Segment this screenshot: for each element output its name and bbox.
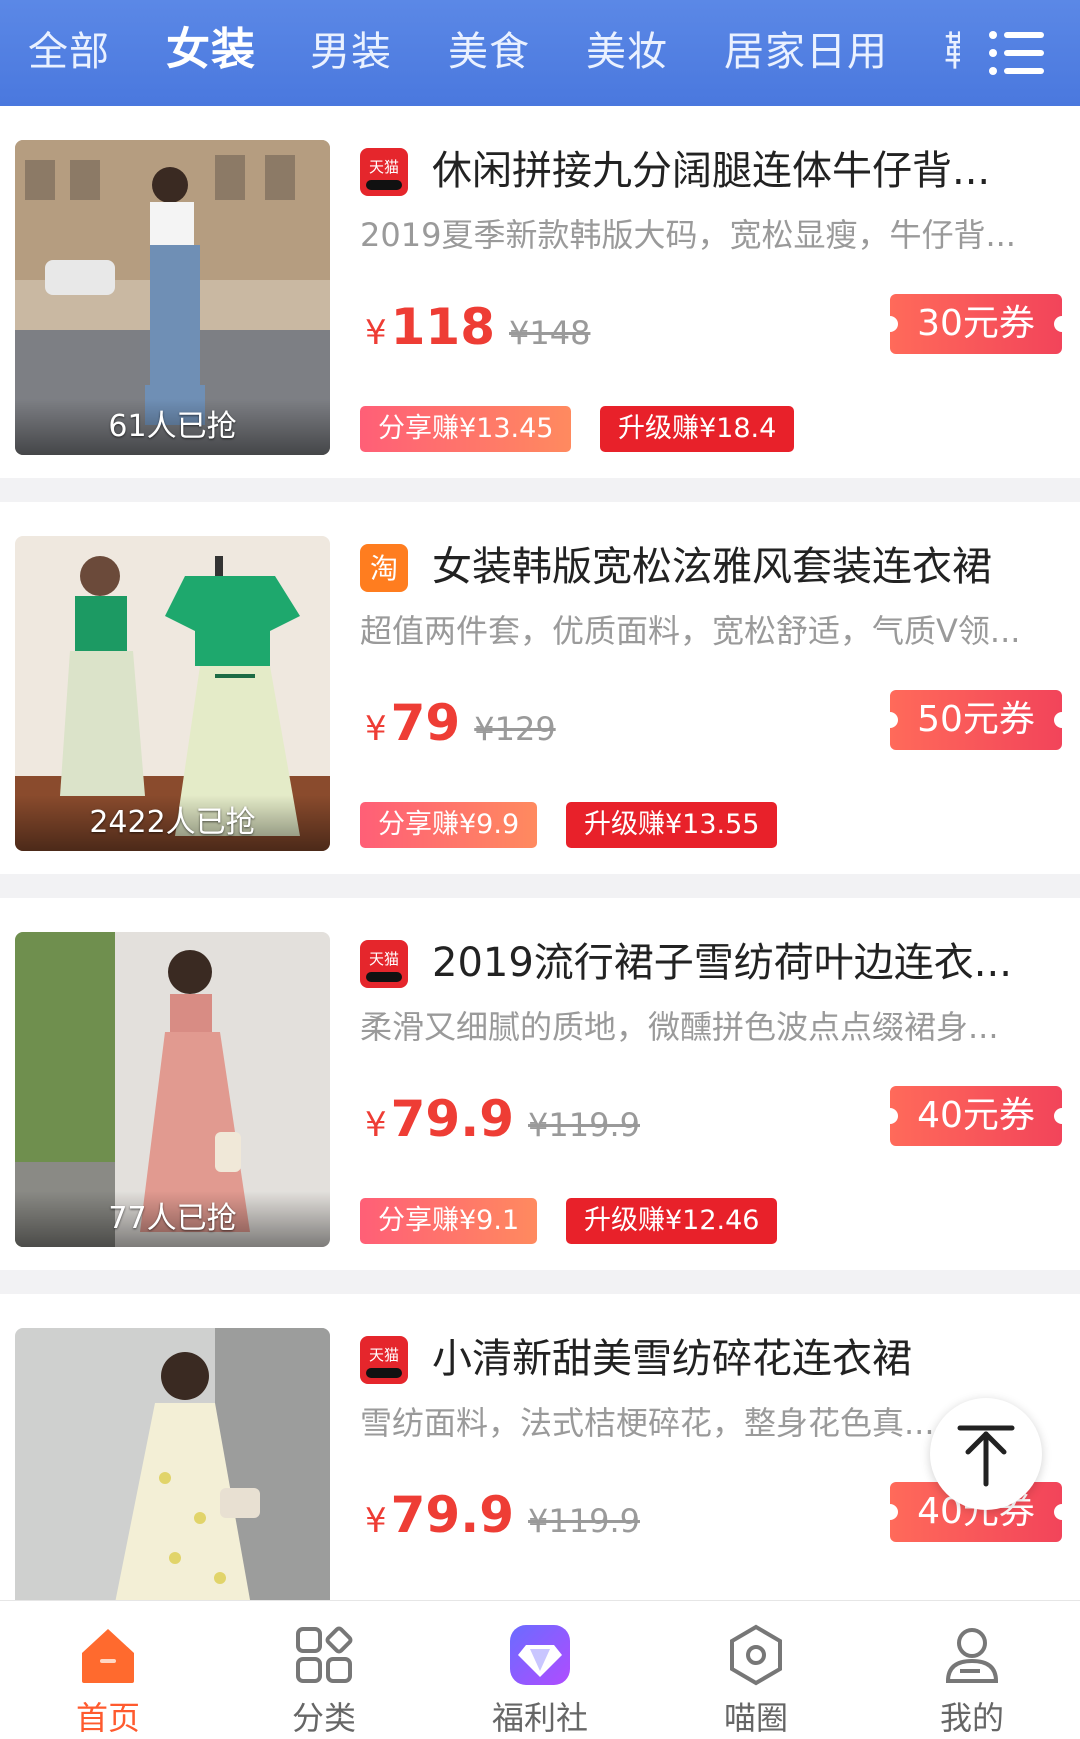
nav-label: 喵圈	[723, 1699, 788, 1737]
coupon-badge[interactable]: 40元券	[882, 1086, 1070, 1146]
tmall-icon: 天猫	[360, 940, 408, 988]
coupon-badge[interactable]: 30元券	[882, 294, 1070, 354]
coupon-badge[interactable]: 50元券	[882, 690, 1070, 750]
original-price: ¥148	[509, 314, 591, 352]
sold-count: 61人已抢	[108, 409, 237, 444]
original-price: ¥119.9	[528, 1106, 640, 1144]
bottom-navigation: 首页 分类 福利社 喵圈 我的	[0, 1600, 1080, 1739]
upgrade-earn-badge[interactable]: 升级赚¥18.4	[600, 406, 795, 452]
svg-text:天猫: 天猫	[369, 950, 399, 968]
tab-mens-clothing[interactable]: 男装	[310, 26, 392, 78]
svg-text:天猫: 天猫	[369, 1346, 399, 1364]
current-price: 118	[390, 298, 496, 356]
tmall-icon: 天猫	[360, 1336, 408, 1384]
currency-symbol: ¥	[365, 1105, 387, 1145]
product-image[interactable]: 2422人已抢	[15, 536, 330, 851]
nav-home[interactable]: 首页	[0, 1601, 216, 1739]
product-image[interactable]: 77人已抢	[15, 932, 330, 1247]
nav-mine[interactable]: 我的	[864, 1601, 1080, 1739]
currency-symbol: ¥	[365, 709, 387, 749]
hexagon-circle-icon	[724, 1623, 788, 1687]
nav-label: 我的	[939, 1699, 1004, 1737]
product-card[interactable]: 77人已抢 天猫 2019流行裙子雪纺荷叶边连衣... 柔滑又细腻的质地，微醺拼…	[0, 898, 1080, 1270]
share-earn-badge[interactable]: 分享赚¥9.9	[360, 802, 538, 848]
nav-category[interactable]: 分类	[216, 1601, 432, 1739]
original-price: ¥119.9	[528, 1502, 640, 1540]
sold-count: 77人已抢	[108, 1201, 237, 1236]
category-grid-icon	[292, 1623, 356, 1687]
product-card[interactable]: 61人已抢 天猫 休闲拼接九分阔腿连体牛仔背... 2019夏季新款韩版大码，宽…	[0, 106, 1080, 478]
upgrade-earn-badge[interactable]: 升级赚¥12.46	[566, 1198, 778, 1244]
tab-shoes[interactable]: 鞋	[944, 26, 960, 78]
product-image[interactable]: 61人已抢	[15, 140, 330, 455]
current-price: 79.9	[390, 1486, 515, 1544]
diamond-vip-icon	[508, 1623, 572, 1687]
svg-text:淘: 淘	[370, 552, 398, 585]
price-row: ¥79.9 ¥119.9	[365, 1090, 640, 1160]
nav-label: 分类	[291, 1699, 356, 1737]
tab-household[interactable]: 居家日用	[724, 26, 888, 78]
arrow-up-icon	[957, 1425, 1015, 1487]
menu-list-icon[interactable]	[988, 28, 1044, 78]
back-to-top-button[interactable]	[930, 1398, 1042, 1510]
product-image[interactable]	[15, 1328, 330, 1643]
product-description: 超值两件套，优质面料，宽松舒适，气质V领...	[360, 612, 1021, 650]
tab-womens-clothing[interactable]: 女装	[166, 24, 256, 76]
user-profile-icon	[940, 1623, 1004, 1687]
current-price: 79.9	[390, 1090, 515, 1148]
upgrade-earn-badge[interactable]: 升级赚¥13.55	[566, 802, 778, 848]
product-description: 2019夏季新款韩版大码，宽松显瘦，牛仔背...	[360, 216, 1016, 254]
product-title[interactable]: 2019流行裙子雪纺荷叶边连衣...	[432, 932, 1062, 994]
taobao-icon: 淘	[360, 544, 408, 592]
category-topbar: 全部 女装 男装 美食 美妆 居家日用 鞋	[0, 0, 1080, 106]
share-earn-badge[interactable]: 分享赚¥13.45	[360, 406, 572, 452]
sold-count: 2422人已抢	[89, 805, 256, 840]
original-price: ¥129	[474, 710, 556, 748]
tmall-icon: 天猫	[360, 148, 408, 196]
share-earn-badge[interactable]: 分享赚¥9.1	[360, 1198, 538, 1244]
category-tabs: 全部 女装 男装 美食 美妆 居家日用 鞋	[0, 0, 960, 106]
nav-meow-circle[interactable]: 喵圈	[648, 1601, 864, 1739]
current-price: 79	[390, 694, 461, 752]
currency-symbol: ¥	[365, 1501, 387, 1541]
price-row: ¥79 ¥129	[365, 694, 556, 764]
price-row: ¥79.9 ¥119.9	[365, 1486, 640, 1556]
product-description: 柔滑又细腻的质地，微醺拼色波点点缀裙身...	[360, 1008, 999, 1046]
tab-food[interactable]: 美食	[448, 26, 530, 78]
currency-symbol: ¥	[365, 313, 387, 353]
nav-label: 首页	[75, 1699, 140, 1737]
product-title[interactable]: 小清新甜美雪纺碎花连衣裙	[432, 1328, 1062, 1390]
tab-all[interactable]: 全部	[28, 26, 110, 78]
nav-welfare[interactable]: 福利社	[432, 1601, 648, 1739]
svg-text:天猫: 天猫	[369, 158, 399, 176]
product-card[interactable]: 2422人已抢 淘 女装韩版宽松泫雅风套装连衣裙 超值两件套，优质面料，宽松舒适…	[0, 502, 1080, 874]
tab-beauty[interactable]: 美妆	[586, 26, 668, 78]
product-title[interactable]: 休闲拼接九分阔腿连体牛仔背...	[432, 140, 1062, 202]
home-icon	[76, 1623, 140, 1687]
nav-label: 福利社	[491, 1699, 588, 1737]
product-title[interactable]: 女装韩版宽松泫雅风套装连衣裙	[432, 536, 1062, 598]
price-row: ¥118 ¥148	[365, 298, 590, 368]
